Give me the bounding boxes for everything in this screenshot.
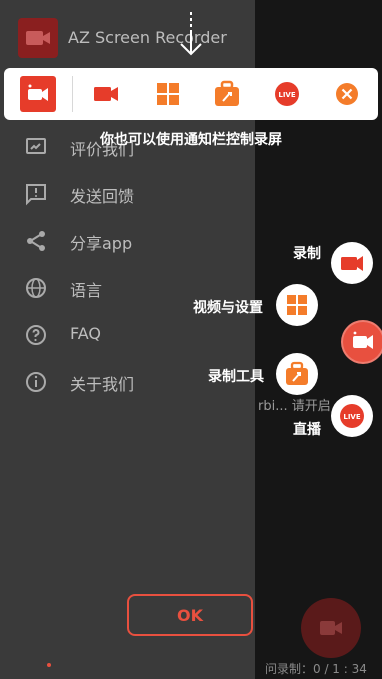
live-badge-text: LIVE: [278, 91, 295, 99]
drawer-item-feedback[interactable]: 发送回馈: [0, 174, 255, 214]
obscured-text: rbi... 请开启: [258, 399, 331, 414]
fab-live-button[interactable]: LIVE: [331, 395, 373, 437]
toolbox-icon[interactable]: [209, 76, 245, 112]
globe-icon: [26, 278, 46, 298]
main-fab-button[interactable]: [341, 320, 382, 364]
fab-label-tools: 录制工具: [208, 369, 264, 385]
toolbox-icon: [286, 361, 308, 385]
drawer-header: AZ Screen Recorder: [0, 0, 255, 78]
recording-status-text: 问录制：0 / 1 : 34: [265, 662, 367, 676]
drawer-item-faq[interactable]: FAQ: [0, 315, 255, 355]
record-icon: [341, 256, 363, 271]
fab-label-videos-settings: 视频与设置: [193, 300, 263, 316]
drawer-item-label: 语言: [70, 281, 103, 300]
drawer-item-share[interactable]: 分享app: [0, 221, 255, 261]
notification-hint-text: 你也可以使用通知栏控制录屏: [100, 132, 282, 148]
fab-label-record: 录制: [293, 246, 321, 262]
drawer-item-label: 关于我们: [70, 375, 135, 394]
camera-icon: [353, 331, 373, 349]
close-icon[interactable]: [329, 76, 365, 112]
live-icon[interactable]: LIVE: [269, 76, 305, 112]
notification-control-bar: LIVE: [4, 68, 378, 120]
drawer-item-label: FAQ: [70, 324, 101, 343]
share-icon: [27, 231, 45, 251]
help-icon: [26, 325, 46, 345]
record-icon[interactable]: [88, 76, 124, 112]
fab-videos-settings-button[interactable]: [276, 284, 318, 326]
grid-icon: [287, 295, 307, 315]
drawer-item-label: 分享app: [70, 234, 133, 253]
indicator-dot: [47, 663, 51, 667]
ok-button[interactable]: OK: [127, 594, 253, 636]
app-logo: [18, 18, 58, 58]
live-badge-text: LIVE: [343, 413, 360, 421]
fab-record-button[interactable]: [331, 242, 373, 284]
divider: [72, 76, 73, 112]
app-icon[interactable]: [20, 76, 56, 112]
drawer-item-label: 发送回馈: [70, 187, 135, 206]
live-icon: LIVE: [340, 404, 364, 428]
feedback-icon: [26, 184, 46, 206]
grid-icon[interactable]: [150, 76, 186, 112]
fab-tools-button[interactable]: [276, 353, 318, 395]
fab-label-live: 直播: [293, 422, 321, 438]
info-icon: [26, 372, 46, 392]
background-record-fab: [301, 598, 361, 658]
down-arrow-icon: [180, 12, 202, 56]
